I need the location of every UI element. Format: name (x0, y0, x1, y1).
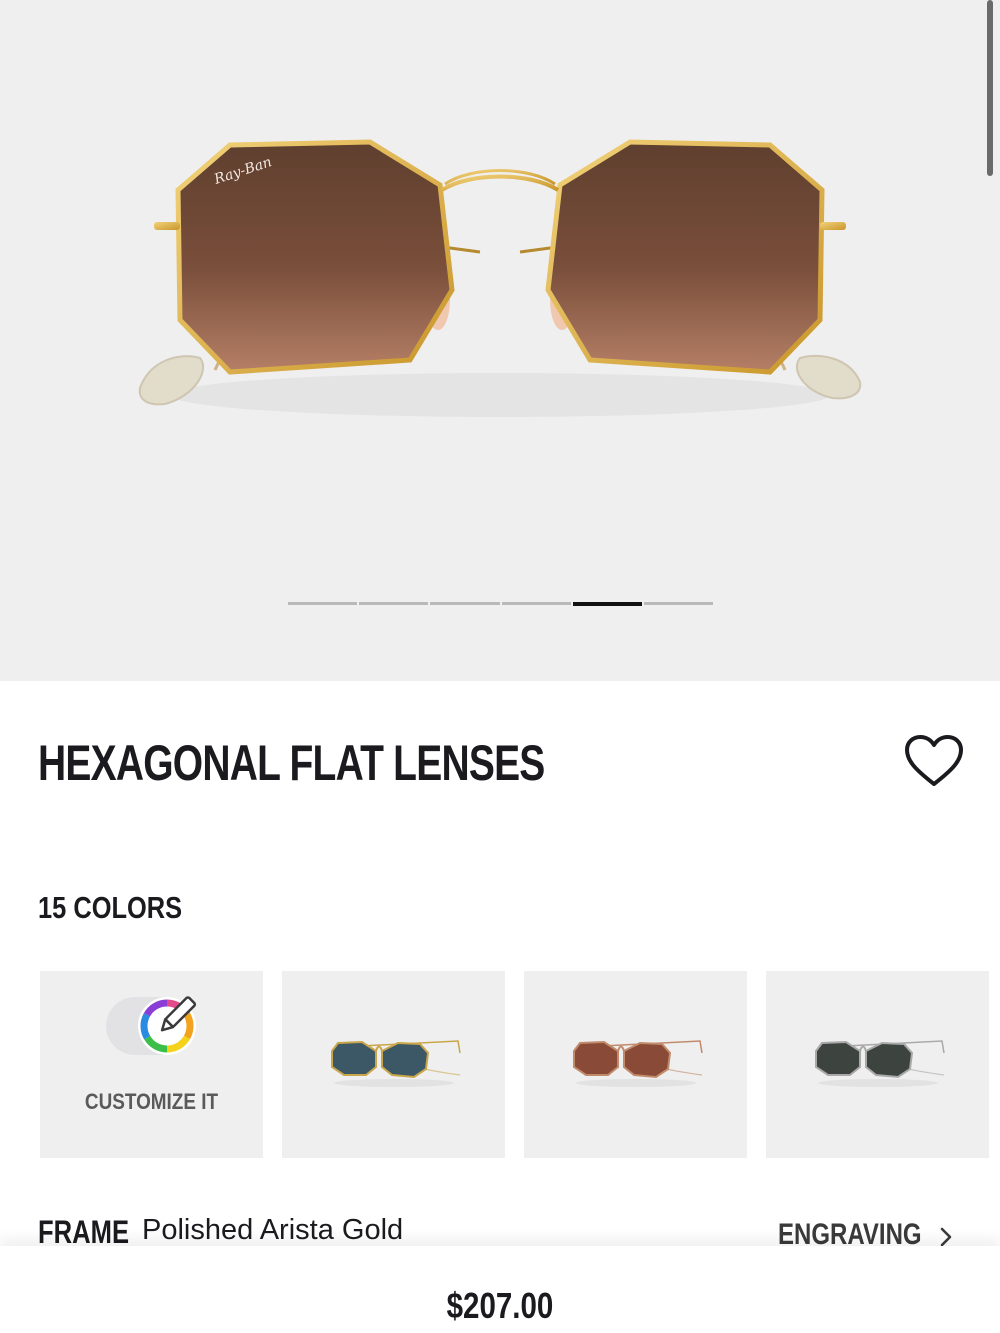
sunglasses-thumbnail (573, 1040, 703, 1087)
gallery-pager[interactable] (288, 602, 714, 606)
gallery-pager-segment-4[interactable] (501, 602, 571, 605)
color-swatch-silver-grey[interactable] (766, 971, 989, 1158)
color-swatch-gold-blue[interactable] (282, 971, 505, 1158)
chevron-right-icon[interactable] (938, 1226, 954, 1248)
customize-it-button[interactable]: CUSTOMIZE IT (40, 971, 263, 1158)
sunglasses-image: Ray-Ban (138, 139, 862, 417)
gallery-pager-segment-5[interactable] (572, 602, 642, 606)
heart-icon (905, 735, 963, 786)
favorite-button[interactable] (904, 734, 964, 790)
customize-label: CUSTOMIZE IT (84, 1089, 219, 1114)
colors-count: 15 COLORS (38, 890, 183, 925)
color-swatch-copper-brown[interactable] (524, 971, 747, 1158)
frame-value: Polished Arista Gold (142, 1214, 404, 1246)
product-hero[interactable]: Ray-Ban (0, 0, 1000, 681)
color-wheel-pencil-icon (106, 996, 197, 1055)
gallery-pager-segment-6[interactable] (643, 602, 714, 605)
page-scrollbar[interactable] (987, 0, 993, 176)
gallery-pager-segment-1[interactable] (288, 602, 358, 605)
color-swatches: CUSTOMIZE IT (40, 971, 1000, 1158)
sunglasses-thumbnail (331, 1040, 461, 1087)
product-title: HEXAGONAL FLAT LENSES (38, 735, 545, 791)
gallery-pager-segment-2[interactable] (359, 602, 429, 605)
gallery-pager-segment-3[interactable] (430, 602, 500, 605)
product-price: $207.00 (446, 1285, 554, 1326)
sunglasses-thumbnail (815, 1040, 945, 1087)
